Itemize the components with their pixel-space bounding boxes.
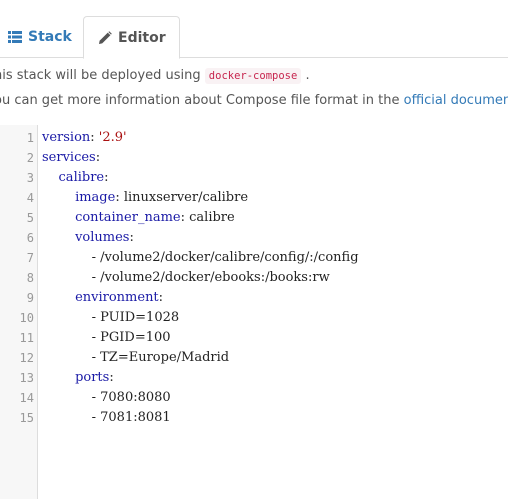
tab-bar: Stack Editor bbox=[0, 0, 508, 59]
yaml-value: TZ=Europe/Madrid bbox=[100, 350, 230, 365]
yaml-value: PGID=100 bbox=[100, 330, 171, 345]
yaml-value: linuxserver/calibre bbox=[123, 190, 249, 205]
line-number: 8 bbox=[26, 271, 34, 285]
line-number: 4 bbox=[26, 191, 34, 205]
page: Stack Editor his stack will be deployed … bbox=[0, 0, 508, 499]
deploy-info-suffix: . bbox=[305, 68, 310, 83]
code-line[interactable]: calibre: bbox=[42, 168, 109, 188]
line-number: 1 bbox=[26, 131, 34, 145]
line-number: 5 bbox=[26, 211, 34, 225]
code-line[interactable]: - 7080:8080 bbox=[42, 388, 171, 408]
compose-docs-prefix: ou can get more information about Compos… bbox=[0, 93, 400, 108]
tab-editor-label: Editor bbox=[118, 29, 166, 46]
code-line[interactable]: volumes: bbox=[42, 228, 134, 248]
code-line[interactable]: - /volume2/docker/ebooks:/books:rw bbox=[42, 268, 330, 288]
code-line[interactable]: - PGID=100 bbox=[42, 328, 171, 348]
code-line[interactable]: image: linuxserver/calibre bbox=[42, 188, 248, 208]
deploy-info-text: his stack will be deployed using docker-… bbox=[0, 68, 310, 84]
yaml-key: volumes bbox=[75, 230, 130, 245]
line-number: 3 bbox=[26, 171, 34, 185]
code-line[interactable]: ports: bbox=[42, 368, 114, 388]
yaml-key: ports bbox=[75, 370, 110, 385]
code-editor[interactable]: 1 version: '2.9' 2 services: 3 calibre: 4 ima… bbox=[0, 125, 508, 499]
docker-compose-code: docker-compose bbox=[204, 68, 302, 84]
code-line[interactable]: - /volume2/docker/calibre/config/:/confi… bbox=[42, 248, 359, 268]
yaml-value: calibre bbox=[189, 210, 235, 225]
tab-stack-label: Stack bbox=[28, 29, 72, 45]
yaml-key: environment bbox=[75, 290, 159, 305]
compose-docs-text: ou can get more information about Compos… bbox=[0, 93, 508, 108]
code-line[interactable]: - 7081:8081 bbox=[42, 408, 171, 428]
yaml-key: container_name bbox=[75, 210, 181, 225]
tab-stack[interactable]: Stack bbox=[0, 16, 80, 58]
code-line[interactable]: services: bbox=[42, 148, 100, 168]
code-line[interactable]: environment: bbox=[42, 288, 163, 308]
list-icon bbox=[8, 30, 22, 44]
line-number: 14 bbox=[19, 391, 34, 405]
line-number: 6 bbox=[26, 231, 34, 245]
yaml-value: /volume2/docker/calibre/config/:/config bbox=[100, 250, 359, 265]
tab-editor[interactable]: Editor bbox=[83, 16, 180, 59]
line-number: 9 bbox=[26, 291, 34, 305]
yaml-key: version bbox=[42, 130, 91, 145]
pencil-icon bbox=[98, 30, 112, 45]
code-line[interactable]: version: '2.9' bbox=[42, 128, 127, 148]
line-number: 13 bbox=[19, 371, 34, 385]
line-number: 12 bbox=[19, 351, 34, 365]
yaml-value: /volume2/docker/ebooks:/books:rw bbox=[100, 270, 330, 285]
yaml-value: 7080:8080 bbox=[100, 390, 171, 405]
yaml-value: 7081:8081 bbox=[100, 410, 171, 425]
official-documentation-link[interactable]: official documentation bbox=[404, 93, 508, 108]
code-line[interactable]: container_name: calibre bbox=[42, 208, 235, 228]
yaml-value: '2.9' bbox=[98, 130, 127, 145]
line-number: 11 bbox=[19, 331, 34, 345]
line-number: 2 bbox=[26, 151, 34, 165]
deploy-info-prefix: his stack will be deployed using bbox=[0, 68, 201, 83]
yaml-key: calibre bbox=[58, 170, 105, 185]
yaml-value: PUID=1028 bbox=[100, 310, 180, 325]
code-line[interactable]: - PUID=1028 bbox=[42, 308, 180, 328]
code-line[interactable]: - TZ=Europe/Madrid bbox=[42, 348, 230, 368]
yaml-key: services bbox=[42, 150, 96, 165]
line-number: 10 bbox=[19, 311, 34, 325]
yaml-key: image bbox=[75, 190, 116, 205]
line-number: 15 bbox=[19, 411, 34, 425]
line-number: 7 bbox=[26, 251, 34, 265]
